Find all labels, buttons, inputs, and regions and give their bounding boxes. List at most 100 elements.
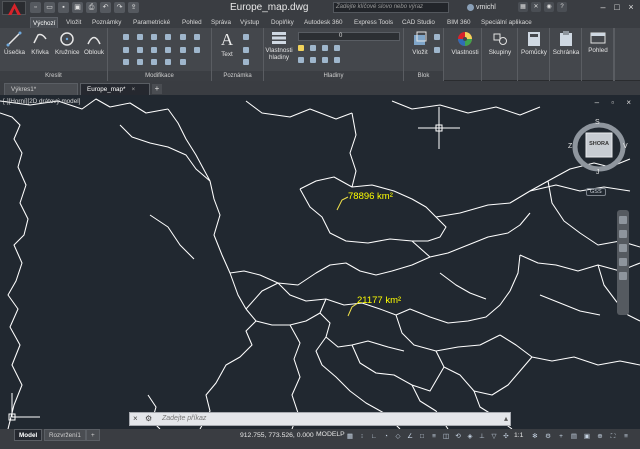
rotate-icon[interactable]: [137, 34, 143, 40]
annotation-monitor-icon[interactable]: +: [556, 432, 566, 442]
doc-tab-vykres1[interactable]: Výkres1*: [4, 83, 78, 95]
tab-doplnky[interactable]: Doplňky: [271, 17, 294, 28]
application-menu-button[interactable]: [2, 1, 26, 15]
command-input[interactable]: Zadejte příkaz: [162, 415, 206, 422]
tab-cad-studio[interactable]: CAD Studio: [402, 17, 435, 28]
osnap-icon[interactable]: □: [417, 432, 427, 442]
redo-icon[interactable]: ↷: [114, 2, 125, 13]
stretch-icon[interactable]: [123, 59, 129, 65]
connect-icon[interactable]: ◉: [544, 2, 554, 12]
tab-autodesk-360[interactable]: Autodesk 360: [304, 17, 343, 28]
user-account[interactable]: vmichl: [466, 2, 512, 13]
annotation-scale[interactable]: 1:1: [514, 432, 523, 439]
break-icon[interactable]: [180, 47, 186, 53]
leader-icon[interactable]: [243, 47, 249, 53]
dimension-icon[interactable]: [243, 34, 249, 40]
properties-button[interactable]: Vlastnosti: [449, 31, 481, 56]
open-icon[interactable]: ▭: [44, 2, 55, 13]
layer-lock-icon[interactable]: [322, 45, 328, 51]
annotation-visibility-icon[interactable]: ✻: [530, 432, 540, 442]
minimize-icon[interactable]: –: [596, 1, 610, 14]
close-tab-icon[interactable]: ×: [132, 86, 136, 93]
tab-bim-360[interactable]: BIM 360: [447, 17, 470, 28]
add-layout-button[interactable]: +: [86, 429, 100, 441]
polyline-tool-button[interactable]: Křivka: [30, 31, 50, 56]
customization-icon[interactable]: ≡: [621, 432, 631, 442]
lineweight-icon[interactable]: ≡: [429, 432, 439, 442]
gizmo-icon[interactable]: ✣: [501, 432, 511, 442]
zoom-icon[interactable]: [619, 244, 627, 252]
new-icon[interactable]: ▫: [30, 2, 41, 13]
print-icon[interactable]: ⎙: [86, 2, 97, 13]
layer-combo[interactable]: 0: [298, 32, 400, 41]
viewcube-south[interactable]: J: [596, 169, 600, 176]
layer-properties-button[interactable]: Vlastnosti hladiny: [264, 31, 294, 61]
layer-isolate-icon[interactable]: [334, 45, 340, 51]
lengthen-icon[interactable]: [194, 34, 200, 40]
orbit-icon[interactable]: [619, 258, 627, 266]
showmotion-icon[interactable]: [619, 272, 627, 280]
tab-layout1[interactable]: Rozvržení1: [44, 429, 86, 441]
panel-draw-label[interactable]: Kreslit: [0, 71, 107, 81]
tab-sprava[interactable]: Správa: [211, 17, 231, 28]
close-command-line-icon[interactable]: ×: [133, 414, 138, 423]
drawing-canvas[interactable]: [-][Horní][2D drátový model] – ▫ × 78896…: [0, 95, 640, 429]
tab-model[interactable]: Model: [14, 429, 43, 441]
join-icon[interactable]: [180, 34, 186, 40]
layer-match-icon[interactable]: [298, 57, 304, 63]
area-label-austria[interactable]: 21177 km²: [357, 295, 401, 306]
text-tool-button[interactable]: A Text: [217, 31, 237, 59]
copy-icon[interactable]: [123, 47, 129, 53]
add-document-tab-button[interactable]: +: [152, 84, 162, 94]
3d-osnap-icon[interactable]: ◈: [465, 432, 475, 442]
wcs-menu[interactable]: GSS: [586, 188, 606, 196]
grid-icon[interactable]: ▦: [345, 432, 355, 442]
close-icon[interactable]: ×: [624, 1, 638, 14]
viewcube-north[interactable]: S: [595, 119, 600, 126]
clean-screen-icon[interactable]: ⛶: [608, 432, 618, 442]
ortho-icon[interactable]: ∟: [369, 432, 379, 442]
edit-block-icon[interactable]: [434, 47, 440, 53]
tab-express-tools[interactable]: Express Tools: [354, 17, 393, 28]
circle-tool-button[interactable]: Kružnice: [55, 31, 80, 56]
customize-icon[interactable]: ⚙: [145, 414, 152, 423]
transparency-icon[interactable]: ◫: [441, 432, 451, 442]
exchange-icon[interactable]: ✕: [531, 2, 541, 12]
panel-annotation-label[interactable]: Poznámka: [212, 71, 263, 81]
insert-block-button[interactable]: Vložit: [409, 31, 431, 56]
undo-icon[interactable]: ↶: [100, 2, 111, 13]
line-tool-button[interactable]: Úsečka: [4, 31, 25, 56]
clipboard-button[interactable]: Schránka: [551, 31, 581, 56]
offset-icon[interactable]: [165, 59, 171, 65]
panel-modify-label[interactable]: Modifikace: [108, 71, 211, 81]
quick-properties-icon[interactable]: ▣: [582, 432, 592, 442]
command-line[interactable]: × ⚙ Zadejte příkaz ▴: [129, 412, 511, 426]
command-history-icon[interactable]: ▴: [504, 414, 508, 423]
tab-vystup[interactable]: Výstup: [240, 17, 259, 28]
area-label-czech[interactable]: 78896 km²: [348, 191, 393, 202]
viewcube-west[interactable]: Z: [568, 143, 572, 150]
model-space-toggle[interactable]: MODELP: [314, 431, 347, 438]
help-icon[interactable]: ?: [557, 2, 567, 12]
polar-icon[interactable]: ◔: [381, 432, 391, 442]
panel-layers-label[interactable]: Hladiny: [264, 71, 403, 81]
view-button[interactable]: Pohled: [583, 31, 613, 54]
create-block-icon[interactable]: [434, 34, 440, 40]
explode-icon[interactable]: [165, 47, 171, 53]
pan-icon[interactable]: [619, 230, 627, 238]
selection-cycling-icon[interactable]: ⟲: [453, 432, 463, 442]
dynamic-ucs-icon[interactable]: ⊥: [477, 432, 487, 442]
layer-previous-icon[interactable]: [310, 57, 316, 63]
array-icon[interactable]: [151, 59, 157, 65]
groups-button[interactable]: Skupiny: [483, 31, 517, 56]
table-icon[interactable]: [243, 59, 249, 65]
saveas-icon[interactable]: ▣: [72, 2, 83, 13]
isodraft-icon[interactable]: ◇: [393, 432, 403, 442]
viewport-controls-label[interactable]: [-][Horní][2D drátový model]: [3, 98, 80, 105]
cart-icon[interactable]: ▦: [518, 2, 528, 12]
steering-wheel-icon[interactable]: [619, 216, 627, 224]
share-icon[interactable]: ⇪: [128, 2, 139, 13]
utilities-button[interactable]: Pomůcky: [519, 31, 549, 56]
chamfer-icon[interactable]: [180, 59, 186, 65]
move-icon[interactable]: [123, 34, 129, 40]
